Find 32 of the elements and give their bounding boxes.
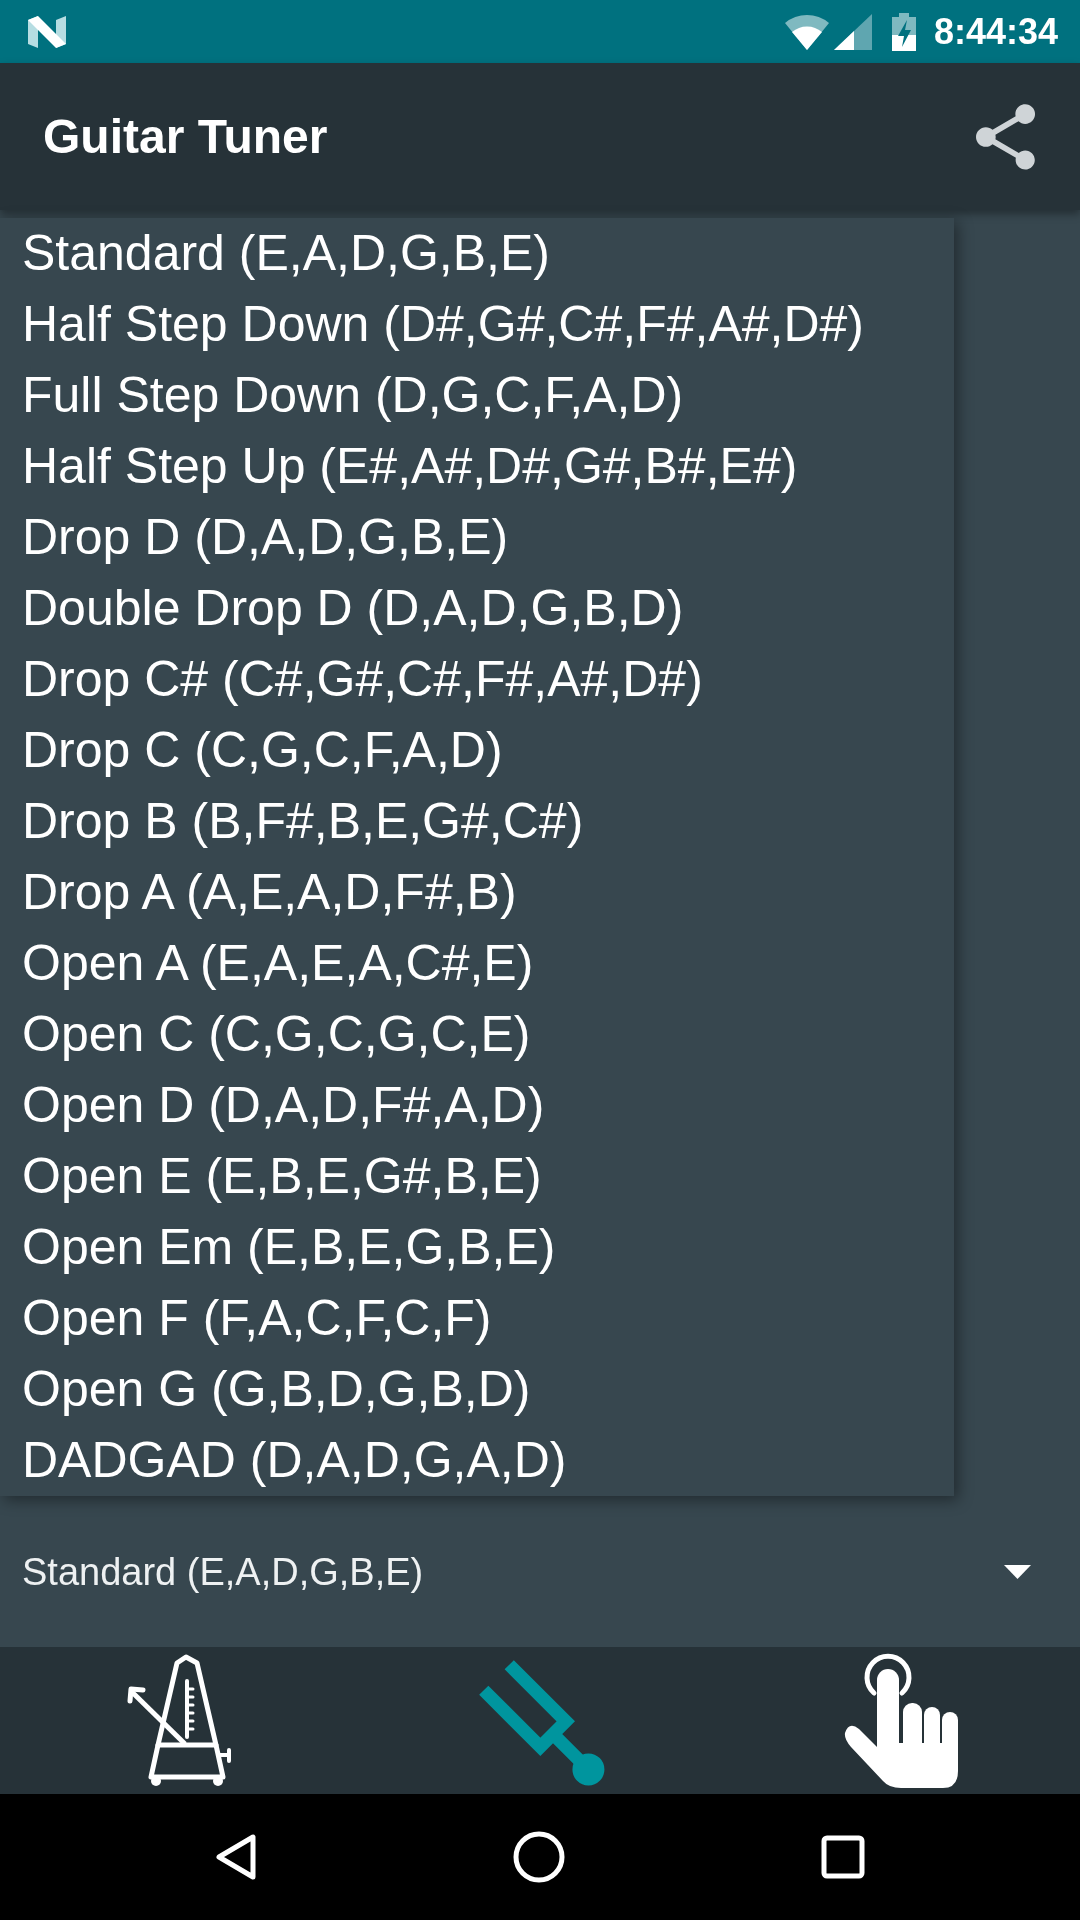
- menu-item[interactable]: Drop A (A,E,A,D,F#,B): [0, 857, 954, 928]
- menu-item[interactable]: Open G (G,B,D,G,B,D): [0, 1354, 954, 1425]
- back-icon[interactable]: [215, 1833, 257, 1881]
- status-time: 8:44:34: [933, 13, 1058, 50]
- menu-item[interactable]: Open D (D,A,D,F#,A,D): [0, 1070, 954, 1141]
- home-icon[interactable]: [513, 1831, 565, 1883]
- recents-icon[interactable]: [821, 1835, 865, 1879]
- menu-item[interactable]: Open Em (E,B,E,G,B,E): [0, 1212, 954, 1283]
- logo-icon: [28, 15, 66, 48]
- menu-item[interactable]: DADGAD (D,A,D,G,A,D): [0, 1425, 954, 1496]
- menu-item[interactable]: Standard (E,A,D,G,B,E): [0, 218, 954, 289]
- signal-icon: [833, 13, 872, 50]
- wifi-icon: [784, 13, 829, 50]
- battery-charging-icon: [891, 12, 916, 51]
- menu-item[interactable]: Drop C (C,G,C,F,A,D): [0, 715, 954, 786]
- menu-item[interactable]: Drop C# (C#,G#,C#,F#,A#,D#): [0, 644, 954, 715]
- menu-item[interactable]: Full Step Down (D,G,C,F,A,D): [0, 360, 954, 431]
- menu-item[interactable]: Open E (E,B,E,G#,B,E): [0, 1141, 954, 1212]
- menu-item[interactable]: Open A (E,A,E,A,C#,E): [0, 928, 954, 999]
- share-icon[interactable]: [976, 103, 1038, 170]
- caret-icon: [1004, 1565, 1031, 1579]
- menu-item[interactable]: Drop D (D,A,D,G,B,E): [0, 502, 954, 573]
- pointing-hand-icon[interactable]: [842, 1653, 958, 1788]
- app-title: Guitar Tuner: [43, 108, 328, 165]
- menu-item[interactable]: Open C (C,G,C,G,C,E): [0, 999, 954, 1070]
- tuning-dropdown[interactable]: Standard (E,A,D,G,B,E): [0, 1517, 1080, 1627]
- menu-item[interactable]: Open F (F,A,C,F,C,F): [0, 1283, 954, 1354]
- metronome-icon[interactable]: [126, 1653, 234, 1788]
- menu-item[interactable]: Double Drop D (D,A,D,G,B,D): [0, 573, 954, 644]
- menu-item[interactable]: Half Step Up (E#,A#,D#,G#,B#,E#): [0, 431, 954, 502]
- menu-item[interactable]: Half Step Down (D#,G#,C#,F#,A#,D#): [0, 289, 954, 360]
- menu-item[interactable]: Drop B (B,F#,B,E,G#,C#): [0, 786, 954, 857]
